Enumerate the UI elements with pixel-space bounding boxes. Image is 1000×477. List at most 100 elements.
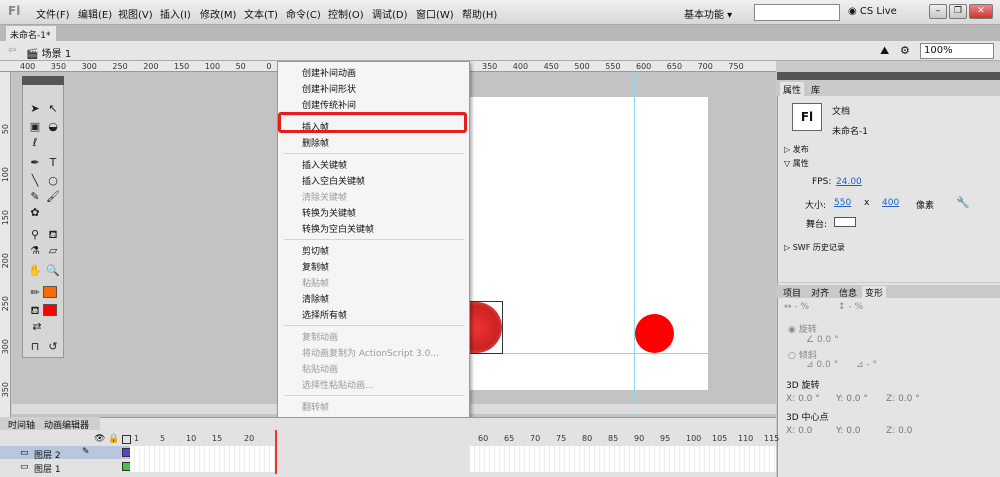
back-arrow-icon[interactable]: ⇦ (8, 45, 16, 56)
tab-project[interactable]: 项目 (780, 286, 804, 299)
free-transform-tool-icon[interactable]: ▣ (28, 120, 42, 133)
context-menu-item[interactable]: 转换为关键帧 (302, 206, 356, 219)
context-menu-item[interactable]: 创建补间动画 (302, 66, 356, 79)
line-tool-icon[interactable]: ╲ (28, 174, 42, 187)
rotate-value[interactable]: ∠ 0.0 ° (806, 335, 839, 345)
wrench-icon[interactable]: 🔧 (956, 196, 970, 209)
brush-tool-icon[interactable]: 🖌 (46, 190, 60, 203)
context-menu-item[interactable]: 创建补间形状 (302, 82, 356, 95)
edit-symbol-icon[interactable]: ⚙ (900, 44, 910, 57)
height-scale[interactable]: ↕ - % (838, 302, 863, 312)
minimize-button[interactable]: – (929, 4, 947, 19)
frame-grid[interactable] (130, 446, 276, 472)
guide-vertical[interactable] (634, 72, 635, 418)
scene-breadcrumb[interactable]: 🎬 场景 1 (26, 45, 71, 60)
deco-tool-icon[interactable]: ✿ (28, 206, 42, 219)
menu-modify[interactable]: 修改(M) (200, 6, 236, 21)
menu-window[interactable]: 窗口(W) (416, 6, 454, 21)
maximize-button[interactable]: ❐ (949, 4, 967, 19)
context-menu-item[interactable]: 删除帧 (302, 136, 329, 149)
frame-grid[interactable] (470, 446, 776, 472)
tab-properties[interactable]: 属性 (780, 82, 805, 97)
skew-h-value[interactable]: ⊿ 0.0 ° (806, 360, 838, 370)
menu-file[interactable]: 文件(F) (36, 6, 70, 21)
context-menu-item[interactable]: 创建传统补间 (302, 98, 356, 111)
menu-view[interactable]: 视图(V) (118, 6, 153, 21)
context-menu-item[interactable]: 选择所有帧 (302, 308, 347, 321)
document-tab[interactable]: 未命名-1* (6, 26, 56, 41)
eraser-tool-icon[interactable]: ▱ (46, 244, 60, 257)
search-input[interactable] (754, 4, 840, 21)
rot3d-y[interactable]: Y: 0.0 ° (836, 394, 868, 404)
rot3d-z[interactable]: Z: 0.0 ° (886, 394, 920, 404)
section-publish[interactable]: ▷ 发布 (784, 144, 809, 155)
menu-insert[interactable]: 插入(I) (160, 6, 191, 21)
oval-tool-icon[interactable]: ○ (46, 174, 60, 187)
frame-number: 105 (712, 434, 728, 443)
snap-to-objects-icon[interactable]: ⊓ (28, 340, 42, 353)
zoom-tool-icon[interactable]: 🔍 (46, 264, 60, 277)
menu-help[interactable]: 帮助(H) (462, 6, 497, 21)
frame-number: 85 (608, 434, 619, 443)
pen-tool-icon[interactable]: ✒ (28, 156, 42, 169)
menu-debug[interactable]: 调试(D) (372, 6, 408, 21)
selection-bounding-box[interactable] (465, 301, 503, 354)
lasso-tool-icon[interactable]: ℓ (28, 136, 42, 149)
eyedropper-tool-icon[interactable]: ⚗ (28, 244, 42, 257)
close-button[interactable]: ✕ (969, 4, 993, 19)
edit-scene-icon[interactable]: ⛰ (880, 44, 889, 58)
center3d-y[interactable]: Y: 0.0 (836, 426, 861, 436)
menu-text[interactable]: 文本(T) (244, 6, 278, 21)
width-value[interactable]: 550 (834, 198, 851, 208)
swap-colors-icon[interactable]: ⇄ (30, 320, 44, 333)
rot3d-x[interactable]: X: 0.0 ° (786, 394, 820, 404)
paint-bucket-tool-icon[interactable]: ⛾ (46, 228, 60, 241)
menu-commands[interactable]: 命令(C) (286, 6, 321, 21)
context-menu-item[interactable]: 复制帧 (302, 260, 329, 273)
width-scale[interactable]: ↔ - % (784, 302, 809, 312)
section-properties[interactable]: ▽ 属性 (784, 158, 809, 169)
smooth-icon[interactable]: ↺ (46, 340, 60, 353)
properties-panel-header[interactable] (777, 72, 1000, 80)
lock-icon[interactable]: 🔒 (108, 434, 119, 444)
menu-control[interactable]: 控制(O) (328, 6, 364, 21)
hand-tool-icon[interactable]: ✋ (28, 264, 42, 277)
pencil-tool-icon[interactable]: ✎ (28, 190, 42, 203)
context-menu-item[interactable]: 剪切帧 (302, 244, 329, 257)
context-menu-item[interactable]: 转换为空白关键帧 (302, 222, 374, 235)
selection-tool-icon[interactable]: ➤ (28, 102, 42, 115)
zoom-select[interactable]: 100% (920, 43, 994, 59)
tab-info[interactable]: 信息 (836, 286, 860, 299)
tab-align[interactable]: 对齐 (808, 286, 832, 299)
tab-motion-editor[interactable]: 动画编辑器 (44, 418, 89, 431)
context-menu-item[interactable]: 清除帧 (302, 292, 329, 305)
workspace-switcher[interactable]: 基本功能 ▾ (684, 4, 746, 21)
center3d-z[interactable]: Z: 0.0 (886, 426, 912, 436)
height-value[interactable]: 400 (882, 198, 899, 208)
subselection-tool-icon[interactable]: ↖ (46, 102, 60, 115)
center3d-x[interactable]: X: 0.0 (786, 426, 812, 436)
tab-library[interactable]: 库 (808, 82, 823, 97)
playhead[interactable] (275, 430, 277, 474)
3d-rotation-tool-icon[interactable]: ◒ (46, 120, 60, 133)
context-menu-item[interactable]: 插入空白关键帧 (302, 174, 365, 187)
fps-value[interactable]: 24.00 (836, 177, 862, 187)
tab-timeline[interactable]: 时间轴 (8, 418, 35, 431)
section-swf-history[interactable]: ▷ SWF 历史记录 (784, 242, 845, 253)
text-tool-icon[interactable]: T (46, 156, 60, 169)
layer-name-1[interactable]: 图层 1 (34, 462, 61, 475)
context-menu-item[interactable]: 插入关键帧 (302, 158, 347, 171)
cs-live-button[interactable]: ◉ CS Live (848, 6, 897, 17)
red-circle[interactable] (635, 314, 674, 353)
bone-tool-icon[interactable]: ⚲ (28, 228, 42, 241)
rotate-radio[interactable]: ◉ 旋转 (788, 322, 817, 335)
menu-edit[interactable]: 编辑(E) (78, 6, 112, 21)
stage-color-swatch[interactable] (834, 217, 856, 227)
outline-icon[interactable] (122, 435, 131, 444)
tab-transform[interactable]: 变形 (862, 286, 887, 299)
fill-color-swatch[interactable] (43, 304, 57, 316)
eye-icon[interactable]: 👁 (94, 434, 105, 444)
tools-panel-header[interactable] (22, 76, 64, 85)
skew-v-value[interactable]: ⊿ - ° (856, 360, 877, 370)
stroke-color-swatch[interactable] (43, 286, 57, 298)
